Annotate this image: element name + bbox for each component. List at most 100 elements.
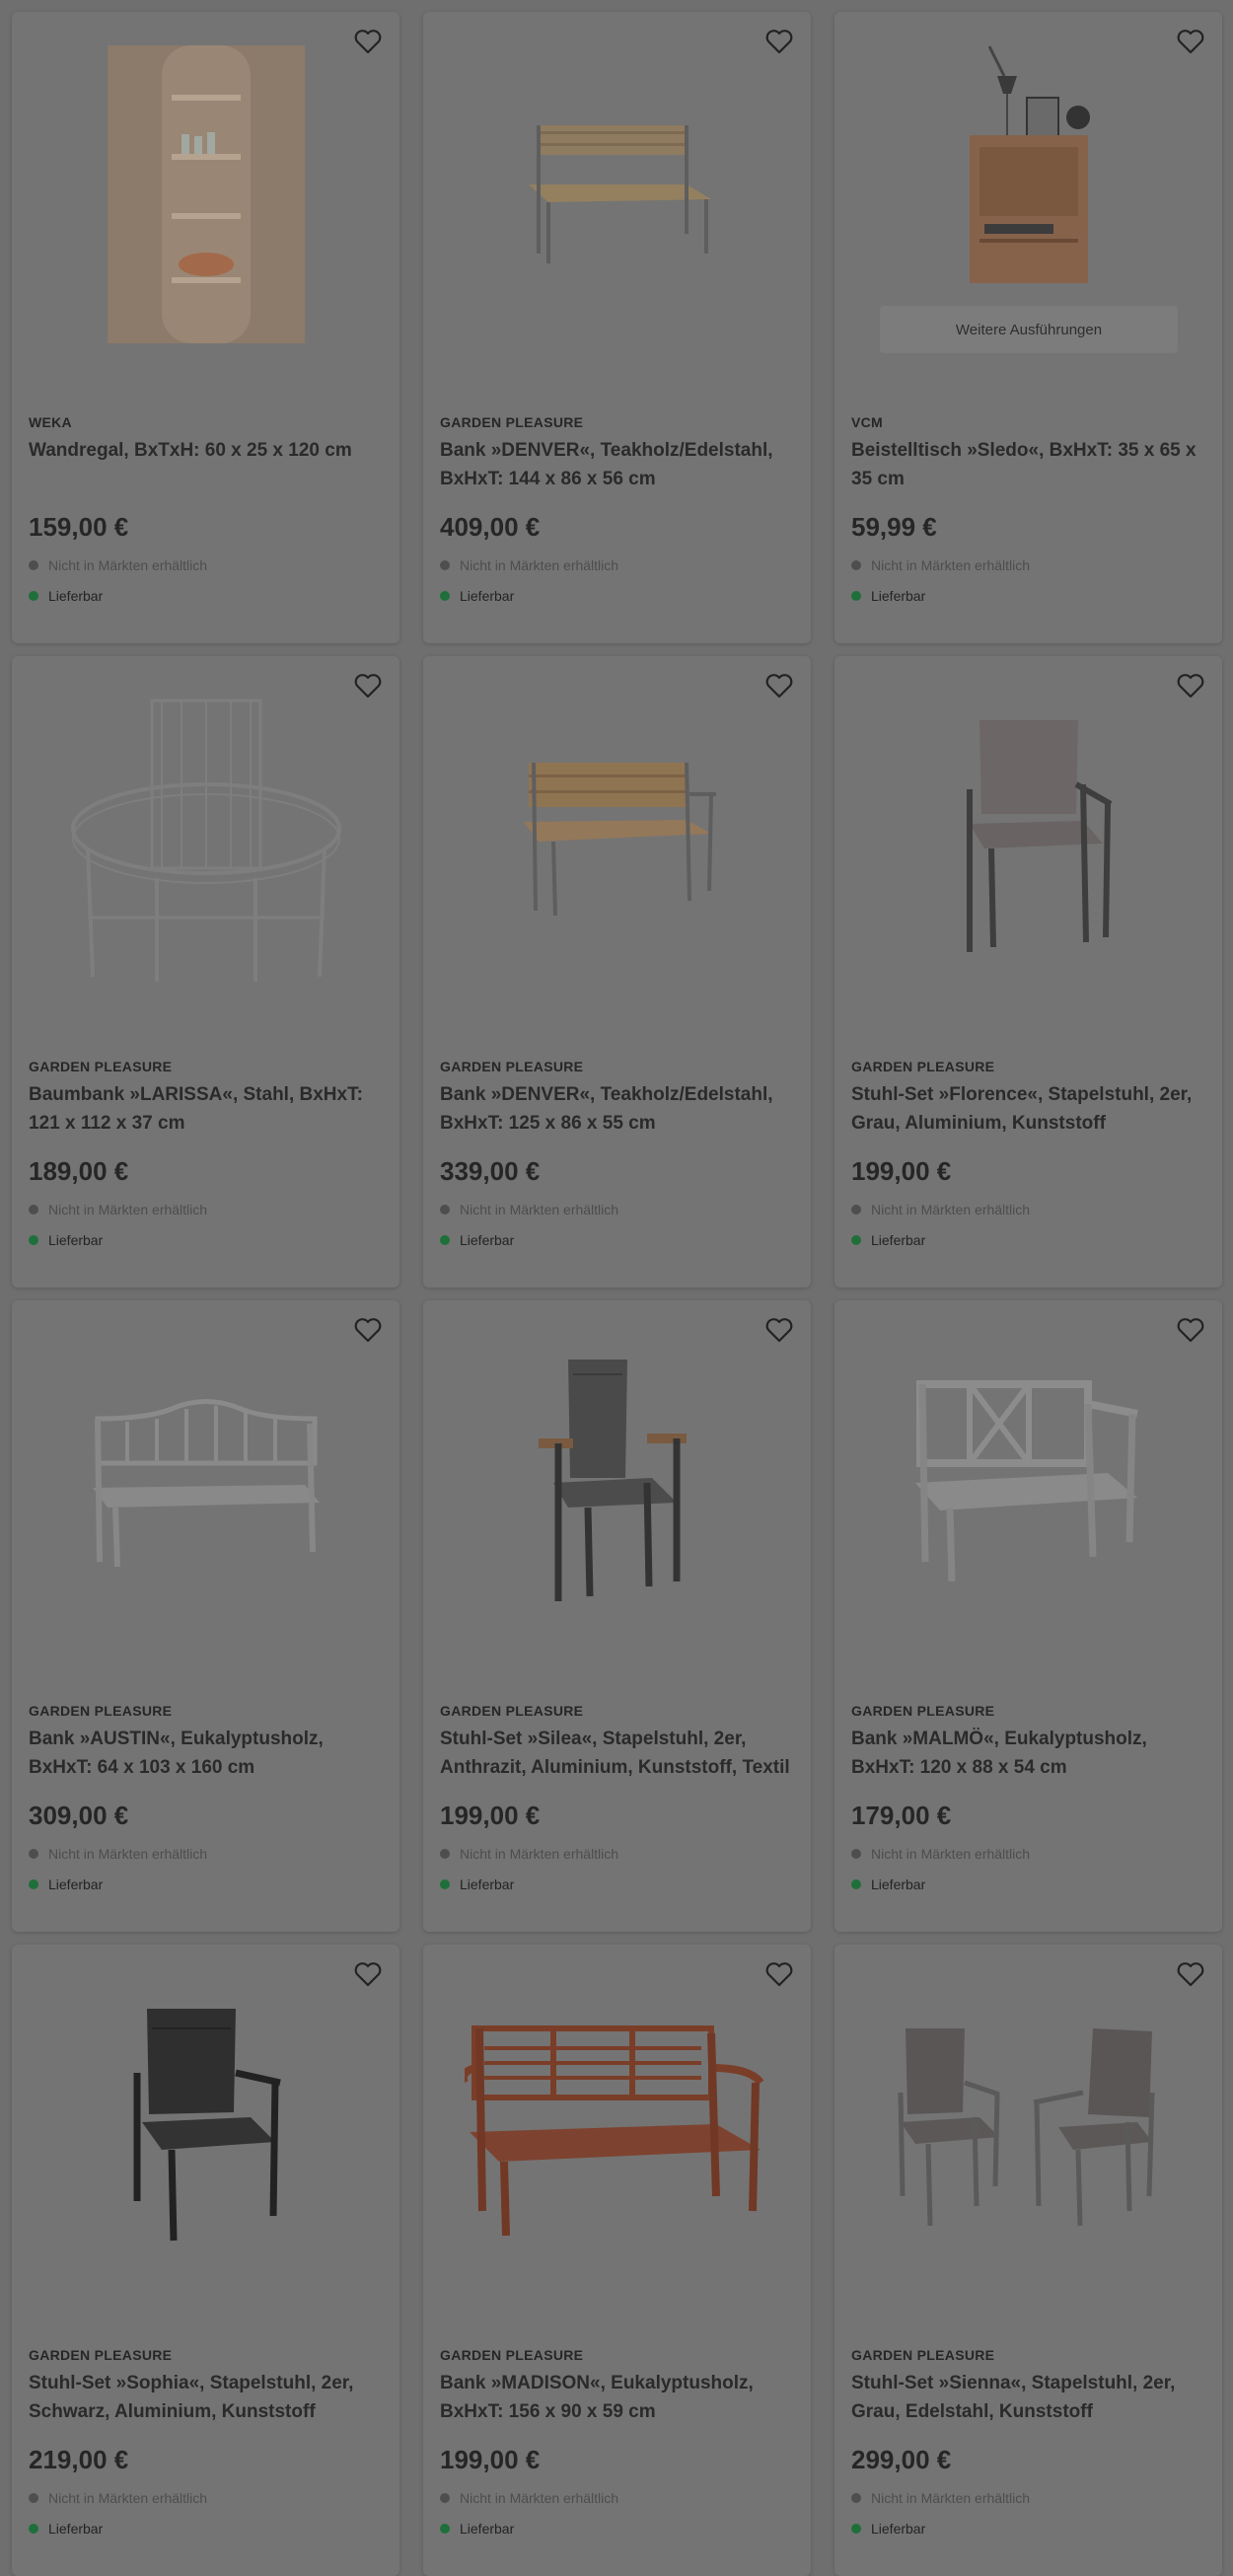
- product-brand: WEKA: [29, 414, 72, 430]
- product-brand: GARDEN PLEASURE: [440, 2347, 584, 2363]
- product-card[interactable]: GARDEN PLEASURE Stuhl-Set »Silea«, Stape…: [423, 1300, 811, 1932]
- product-price: 59,99 €: [851, 512, 937, 542]
- product-brand: VCM: [851, 414, 884, 430]
- product-title[interactable]: Bank »DENVER«, Teakholz/Edelstahl, BxHxT…: [440, 1080, 800, 1138]
- status-dot-icon: [440, 1235, 450, 1245]
- product-title[interactable]: Bank »MALMÖ«, Eukalyptusholz, BxHxT: 120…: [851, 1725, 1211, 1782]
- product-image[interactable]: [423, 656, 811, 1021]
- favorite-heart-icon[interactable]: [763, 26, 795, 57]
- product-card[interactable]: GARDEN PLEASURE Bank »DENVER«, Teakholz/…: [423, 12, 811, 643]
- favorite-heart-icon[interactable]: [352, 26, 384, 57]
- bench-image: [464, 2025, 763, 2237]
- favorite-heart-icon[interactable]: [1175, 1314, 1206, 1346]
- favorite-heart-icon[interactable]: [763, 670, 795, 701]
- store-availability-label: Nicht in Märkten erhältlich: [871, 1202, 1031, 1217]
- product-card[interactable]: GARDEN PLEASURE Baumbank »LARISSA«, Stah…: [12, 656, 399, 1288]
- product-image[interactable]: [423, 12, 811, 377]
- delivery-availability: Lieferbar: [29, 588, 103, 604]
- product-card[interactable]: GARDEN PLEASURE Bank »AUSTIN«, Eukalyptu…: [12, 1300, 399, 1932]
- store-availability: Nicht in Märkten erhältlich: [29, 1202, 207, 1217]
- favorite-heart-icon[interactable]: [352, 670, 384, 701]
- product-title[interactable]: Bank »AUSTIN«, Eukalyptusholz, BxHxT: 64…: [29, 1725, 389, 1782]
- delivery-availability-label: Lieferbar: [48, 588, 104, 604]
- wall-shelf-image: [107, 45, 305, 343]
- more-variants-button[interactable]: Weitere Ausführungen: [880, 306, 1178, 353]
- product-price: 199,00 €: [440, 1801, 541, 1830]
- product-brand: GARDEN PLEASURE: [440, 1703, 584, 1719]
- delivery-availability-label: Lieferbar: [48, 1232, 104, 1248]
- status-dot-icon: [851, 1205, 861, 1214]
- status-dot-icon: [29, 591, 38, 601]
- delivery-availability: Lieferbar: [851, 2521, 925, 2537]
- favorite-heart-icon[interactable]: [352, 1958, 384, 1990]
- store-availability: Nicht in Märkten erhältlich: [851, 1846, 1030, 1862]
- product-image[interactable]: [423, 1300, 811, 1665]
- store-availability: Nicht in Märkten erhältlich: [851, 1202, 1030, 1217]
- store-availability: Nicht in Märkten erhältlich: [29, 1846, 207, 1862]
- delivery-availability: Lieferbar: [29, 1232, 103, 1248]
- product-price: 339,00 €: [440, 1156, 541, 1186]
- store-availability-label: Nicht in Märkten erhältlich: [460, 557, 619, 573]
- product-title[interactable]: Stuhl-Set »Sienna«, Stapelstuhl, 2er, Gr…: [851, 2369, 1211, 2426]
- delivery-availability-label: Lieferbar: [460, 2521, 515, 2537]
- favorite-heart-icon[interactable]: [1175, 670, 1206, 701]
- favorite-heart-icon[interactable]: [352, 1314, 384, 1346]
- product-card[interactable]: GARDEN PLEASURE Stuhl-Set »Florence«, St…: [834, 656, 1222, 1288]
- product-card[interactable]: GARDEN PLEASURE Stuhl-Set »Sophia«, Stap…: [12, 1945, 399, 2576]
- status-dot-icon: [29, 1205, 38, 1214]
- chair-image: [133, 2009, 281, 2242]
- product-brand: GARDEN PLEASURE: [851, 2347, 995, 2363]
- favorite-heart-icon[interactable]: [1175, 26, 1206, 57]
- store-availability: Nicht in Märkten erhältlich: [29, 2490, 207, 2506]
- product-card[interactable]: GARDEN PLEASURE Bank »MALMÖ«, Eukalyptus…: [834, 1300, 1222, 1932]
- product-title[interactable]: Wandregal, BxTxH: 60 x 25 x 120 cm: [29, 436, 389, 465]
- product-image[interactable]: [834, 656, 1222, 1021]
- product-price: 159,00 €: [29, 512, 129, 542]
- chairs-pair-image: [898, 2028, 1154, 2227]
- product-price: 199,00 €: [851, 1156, 952, 1186]
- product-title[interactable]: Stuhl-Set »Sophia«, Stapelstuhl, 2er, Sc…: [29, 2369, 389, 2426]
- product-image[interactable]: [12, 1945, 399, 2310]
- delivery-availability-label: Lieferbar: [460, 1877, 515, 1892]
- status-dot-icon: [440, 1879, 450, 1889]
- status-dot-icon: [851, 2493, 861, 2503]
- product-image[interactable]: [12, 12, 399, 377]
- product-brand: GARDEN PLEASURE: [29, 1059, 173, 1074]
- product-image[interactable]: [12, 656, 399, 1021]
- store-availability-label: Nicht in Märkten erhältlich: [871, 1846, 1031, 1862]
- product-card[interactable]: GARDEN PLEASURE Stuhl-Set »Sienna«, Stap…: [834, 1945, 1222, 2576]
- product-image[interactable]: [834, 1300, 1222, 1665]
- store-availability-label: Nicht in Märkten erhältlich: [48, 557, 208, 573]
- product-card[interactable]: WEKA Wandregal, BxTxH: 60 x 25 x 120 cm …: [12, 12, 399, 643]
- product-title[interactable]: Baumbank »LARISSA«, Stahl, BxHxT: 121 x …: [29, 1080, 389, 1138]
- store-availability-label: Nicht in Märkten erhältlich: [48, 2490, 208, 2506]
- delivery-availability: Lieferbar: [851, 1232, 925, 1248]
- favorite-heart-icon[interactable]: [1175, 1958, 1206, 1990]
- product-title[interactable]: Beistelltisch »Sledo«, BxHxT: 35 x 65 x …: [851, 436, 1211, 493]
- product-price: 189,00 €: [29, 1156, 129, 1186]
- product-title[interactable]: Stuhl-Set »Silea«, Stapelstuhl, 2er, Ant…: [440, 1725, 800, 1782]
- product-price: 179,00 €: [851, 1801, 952, 1830]
- store-availability-label: Nicht in Märkten erhältlich: [460, 1202, 619, 1217]
- product-title[interactable]: Bank »MADISON«, Eukalyptusholz, BxHxT: 1…: [440, 2369, 800, 2426]
- product-brand: GARDEN PLEASURE: [440, 414, 584, 430]
- status-dot-icon: [851, 560, 861, 570]
- product-image[interactable]: [423, 1945, 811, 2310]
- delivery-availability: Lieferbar: [851, 588, 925, 604]
- product-grid: WEKA Wandregal, BxTxH: 60 x 25 x 120 cm …: [12, 12, 1222, 2576]
- store-availability: Nicht in Märkten erhältlich: [440, 1846, 618, 1862]
- product-title[interactable]: Bank »DENVER«, Teakholz/Edelstahl, BxHxT…: [440, 436, 800, 493]
- status-dot-icon: [29, 1849, 38, 1859]
- favorite-heart-icon[interactable]: [763, 1958, 795, 1990]
- product-card[interactable]: GARDEN PLEASURE Bank »DENVER«, Teakholz/…: [423, 656, 811, 1288]
- product-price: 409,00 €: [440, 512, 541, 542]
- status-dot-icon: [440, 591, 450, 601]
- delivery-availability-label: Lieferbar: [48, 1877, 104, 1892]
- product-card[interactable]: GARDEN PLEASURE Bank »MADISON«, Eukalypt…: [423, 1945, 811, 2576]
- product-price: 299,00 €: [851, 2445, 952, 2474]
- product-title[interactable]: Stuhl-Set »Florence«, Stapelstuhl, 2er, …: [851, 1080, 1211, 1138]
- product-image[interactable]: [834, 1945, 1222, 2310]
- product-image[interactable]: [12, 1300, 399, 1665]
- favorite-heart-icon[interactable]: [763, 1314, 795, 1346]
- product-card[interactable]: Weitere Ausführungen VCM Beistelltisch »…: [834, 12, 1222, 643]
